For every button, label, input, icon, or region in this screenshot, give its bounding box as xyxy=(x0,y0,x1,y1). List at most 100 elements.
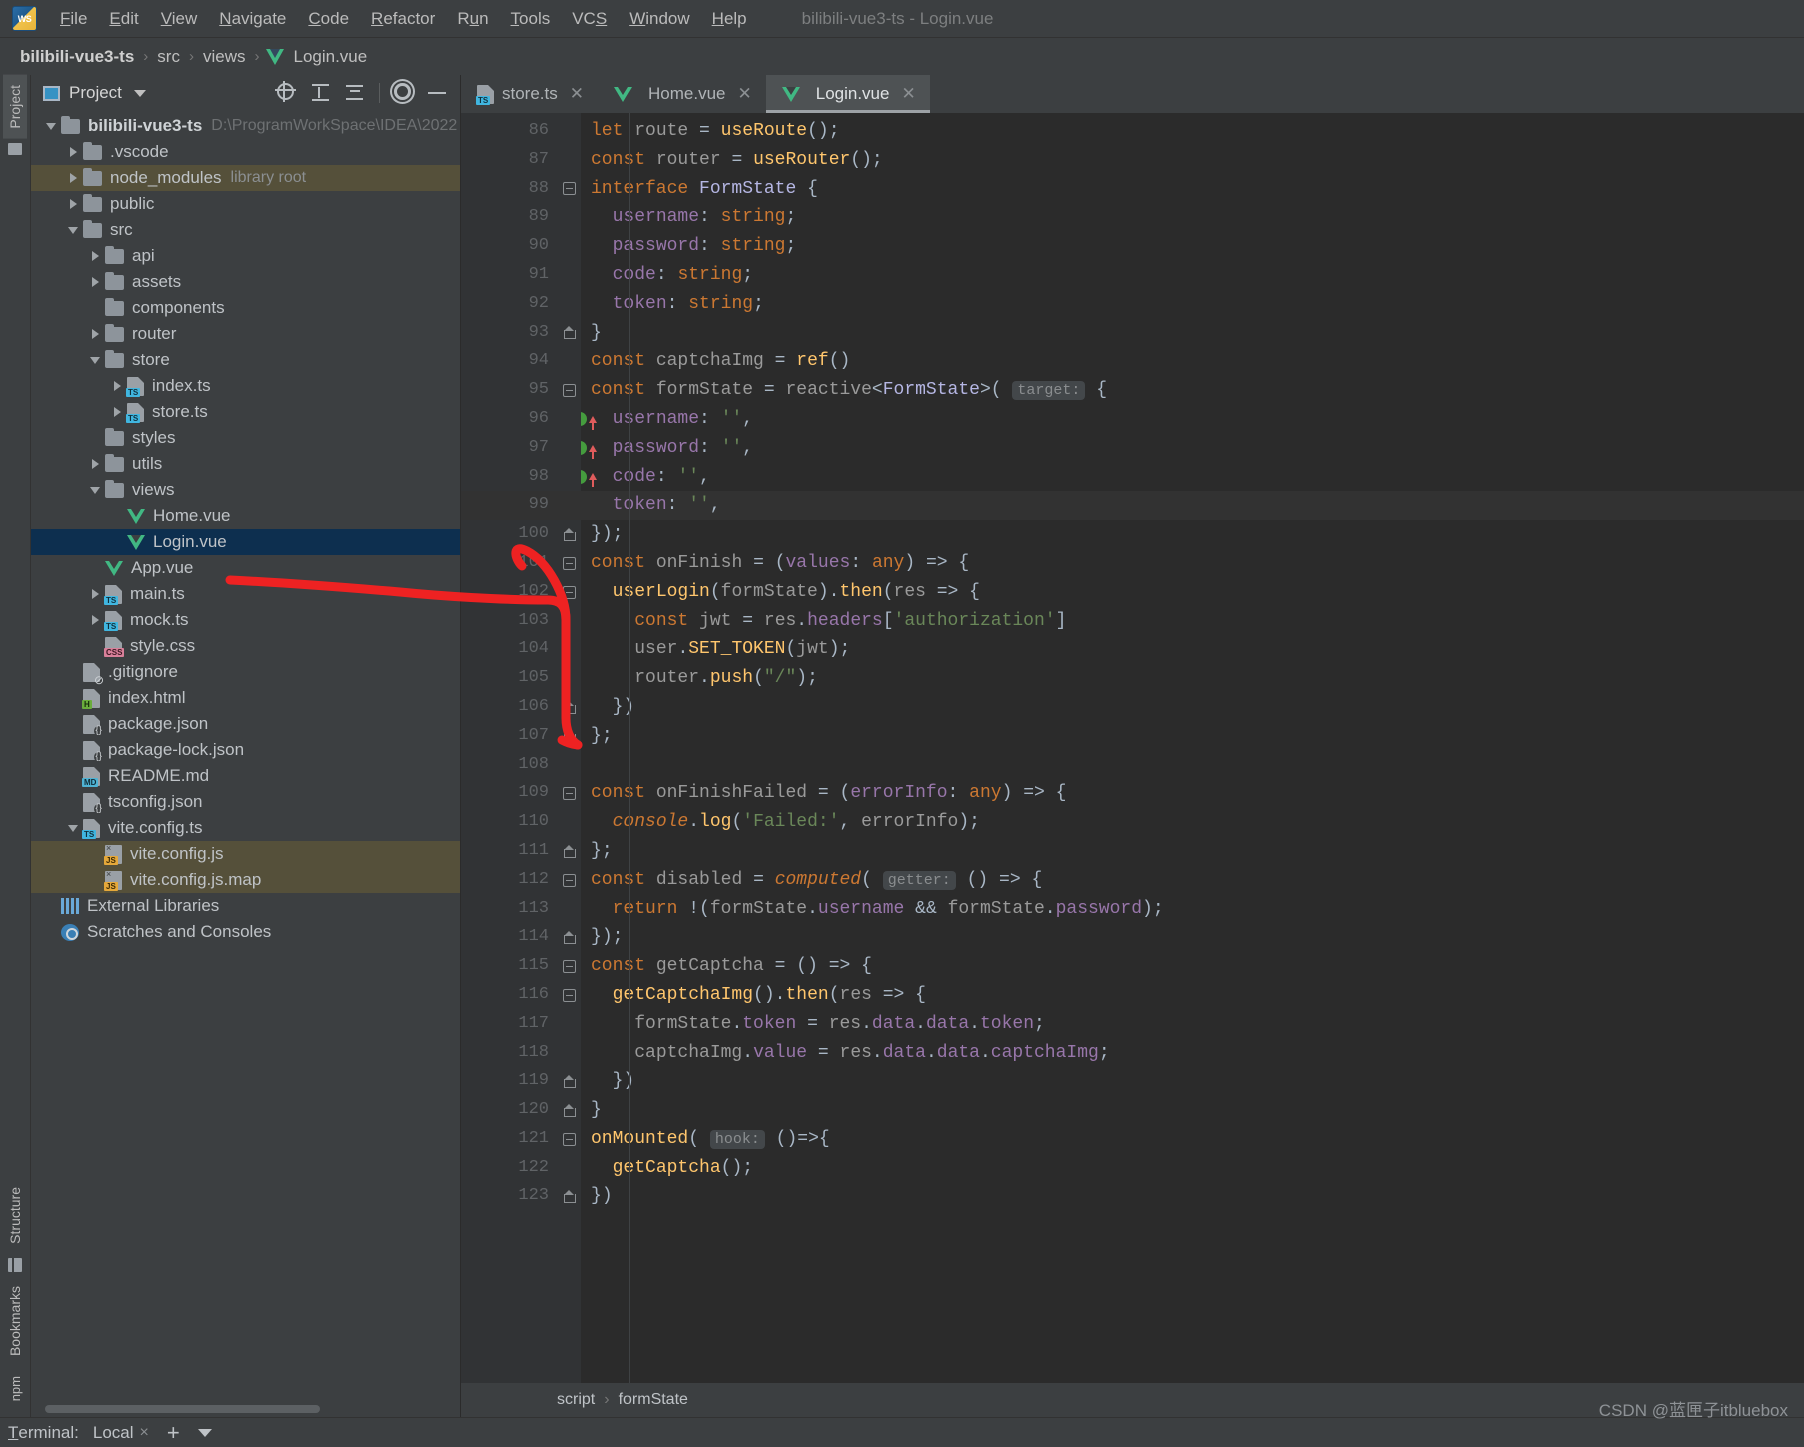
close-tab-icon[interactable]: ✕ xyxy=(570,84,584,104)
tree-expander[interactable] xyxy=(63,147,83,157)
tree-expander[interactable] xyxy=(63,825,83,832)
fold-collapse-icon[interactable] xyxy=(563,989,576,1002)
code-line[interactable]: }); xyxy=(581,923,1804,952)
fold-marker-slot[interactable] xyxy=(557,578,581,607)
tree-node-package-lock-json[interactable]: package-lock.json xyxy=(31,737,460,763)
chevron-right-icon[interactable] xyxy=(70,173,77,183)
tree-node-src[interactable]: src xyxy=(31,217,460,243)
code-line[interactable]: }) xyxy=(581,1067,1804,1096)
code-line[interactable]: let route = useRoute(); xyxy=(581,117,1804,146)
fold-marker-slot[interactable] xyxy=(557,319,581,348)
session-dropdown-icon[interactable] xyxy=(198,1429,212,1437)
tree-node-public[interactable]: public xyxy=(31,191,460,217)
fold-marker-slot[interactable] xyxy=(557,1039,581,1068)
fold-marker-slot[interactable] xyxy=(557,261,581,290)
tree-node--gitignore[interactable]: .gitignore xyxy=(31,659,460,685)
tree-expander[interactable] xyxy=(63,173,83,183)
tree-expander[interactable] xyxy=(85,329,105,339)
chevron-down-icon[interactable] xyxy=(68,227,78,234)
code-line[interactable]: const jwt = res.headers['authorization'] xyxy=(581,607,1804,636)
menu-item-refactor[interactable]: Refactor xyxy=(360,6,446,32)
tree-expander[interactable] xyxy=(85,615,105,625)
chevron-right-icon[interactable] xyxy=(114,407,121,417)
code-line[interactable]: } xyxy=(581,319,1804,348)
tree-expander[interactable] xyxy=(85,277,105,287)
fold-marker-slot[interactable] xyxy=(557,434,581,463)
fold-marker-slot[interactable] xyxy=(557,203,581,232)
fold-marker-slot[interactable] xyxy=(557,1125,581,1154)
tree-node-tsconfig-json[interactable]: tsconfig.json xyxy=(31,789,460,815)
menu-item-file[interactable]: File xyxy=(49,6,98,32)
code-line[interactable]: }) xyxy=(581,1182,1804,1211)
tree-node-home-vue[interactable]: Home.vue xyxy=(31,503,460,529)
tree-node-readme-md[interactable]: MDREADME.md xyxy=(31,763,460,789)
chevron-right-icon[interactable] xyxy=(92,277,99,287)
tree-node-node-modules[interactable]: node_moduleslibrary root xyxy=(31,165,460,191)
chevron-down-icon[interactable] xyxy=(90,487,100,494)
code-line[interactable]: password: '', xyxy=(581,434,1804,463)
fold-marker-slot[interactable] xyxy=(557,146,581,175)
tree-node-styles[interactable]: styles xyxy=(31,425,460,451)
fold-marker-slot[interactable] xyxy=(557,1096,581,1125)
fold-end-icon[interactable] xyxy=(564,845,575,858)
chevron-right-icon[interactable] xyxy=(92,329,99,339)
terminal-session-local[interactable]: Local xyxy=(93,1423,134,1443)
code-line[interactable]: }; xyxy=(581,722,1804,751)
code-line[interactable]: formState.token = res.data.data.token; xyxy=(581,1010,1804,1039)
fold-marker-slot[interactable] xyxy=(557,1067,581,1096)
code-folding-column[interactable] xyxy=(557,113,581,1383)
fold-end-icon[interactable] xyxy=(564,701,575,714)
new-session-icon[interactable]: + xyxy=(167,1420,180,1446)
locate-icon[interactable] xyxy=(277,83,297,103)
code-line[interactable]: username: string; xyxy=(581,203,1804,232)
menu-item-edit[interactable]: Edit xyxy=(98,6,149,32)
code-line[interactable] xyxy=(581,751,1804,780)
code-line[interactable]: const getCaptcha = () => { xyxy=(581,952,1804,981)
chevron-right-icon[interactable] xyxy=(92,615,99,625)
code-line[interactable]: router.push("/"); xyxy=(581,664,1804,693)
tool-tab-npm[interactable]: npm xyxy=(4,1366,27,1411)
code-line[interactable]: const router = useRouter(); xyxy=(581,146,1804,175)
code-text[interactable]: let route = useRoute();const router = us… xyxy=(581,113,1804,1383)
code-line[interactable]: const onFinish = (values: any) => { xyxy=(581,549,1804,578)
code-line[interactable]: getCaptchaImg().then(res => { xyxy=(581,981,1804,1010)
fold-collapse-icon[interactable] xyxy=(563,960,576,973)
fold-collapse-icon[interactable] xyxy=(563,1133,576,1146)
code-line[interactable]: password: string; xyxy=(581,232,1804,261)
code-line[interactable]: token: string; xyxy=(581,290,1804,319)
code-line[interactable]: captchaImg.value = res.data.data.captcha… xyxy=(581,1039,1804,1068)
code-line[interactable]: }; xyxy=(581,837,1804,866)
code-line[interactable]: const onFinishFailed = (errorInfo: any) … xyxy=(581,779,1804,808)
fold-marker-slot[interactable] xyxy=(557,779,581,808)
breadcrumb-item-src[interactable]: src xyxy=(155,47,182,67)
fold-marker-slot[interactable] xyxy=(557,952,581,981)
tree-expander[interactable] xyxy=(85,589,105,599)
fold-end-icon[interactable] xyxy=(564,1104,575,1117)
code-line[interactable]: onMounted( hook: ()=>{ xyxy=(581,1125,1804,1154)
menu-item-view[interactable]: View xyxy=(150,6,209,32)
tree-node-store[interactable]: store xyxy=(31,347,460,373)
close-tab-icon[interactable]: ✕ xyxy=(737,84,751,104)
menu-item-navigate[interactable]: Navigate xyxy=(208,6,297,32)
breadcrumb-item-file[interactable]: Login.vue xyxy=(291,47,369,67)
code-line[interactable]: const formState = reactive<FormState>( t… xyxy=(581,376,1804,405)
fold-marker-slot[interactable] xyxy=(557,923,581,952)
horizontal-scrollbar[interactable] xyxy=(45,1405,320,1413)
tool-tab-structure[interactable]: Structure xyxy=(3,1177,27,1254)
fold-end-icon[interactable] xyxy=(564,1190,575,1203)
fold-marker-slot[interactable] xyxy=(557,981,581,1010)
fold-marker-slot[interactable] xyxy=(557,117,581,146)
fold-end-icon[interactable] xyxy=(564,528,575,541)
chevron-down-icon[interactable] xyxy=(134,90,146,97)
tree-expander[interactable] xyxy=(107,407,127,417)
code-line[interactable]: const disabled = computed( getter: () =>… xyxy=(581,866,1804,895)
tree-node-views[interactable]: views xyxy=(31,477,460,503)
project-tree[interactable]: bilibili-vue3-tsD:\ProgramWorkSpace\IDEA… xyxy=(31,111,460,1403)
breadcrumb-item-project[interactable]: bilibili-vue3-ts xyxy=(18,47,136,67)
fold-marker-slot[interactable] xyxy=(557,837,581,866)
fold-marker-slot[interactable] xyxy=(557,347,581,376)
tree-node-assets[interactable]: assets xyxy=(31,269,460,295)
chevron-right-icon[interactable] xyxy=(92,251,99,261)
fold-marker-slot[interactable] xyxy=(557,175,581,204)
menu-item-vcs[interactable]: VCS xyxy=(561,6,618,32)
